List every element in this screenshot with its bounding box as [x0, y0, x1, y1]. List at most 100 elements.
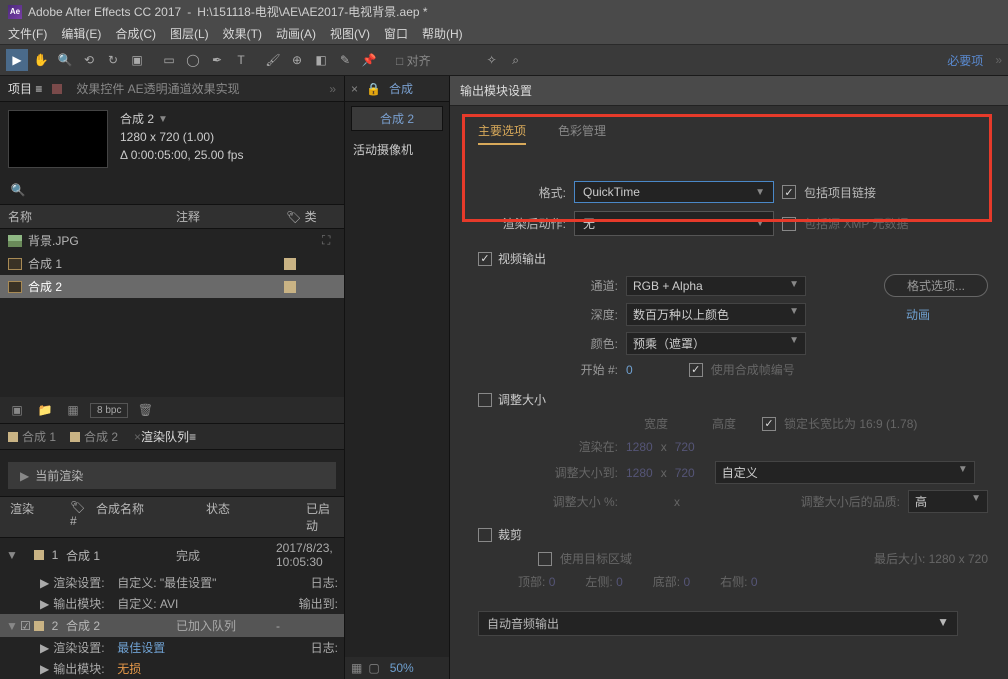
col-comment[interactable]: 注释: [176, 208, 286, 225]
panel-overflow-icon[interactable]: »: [329, 82, 336, 96]
close-icon[interactable]: ×: [351, 82, 358, 96]
menu-effect[interactable]: 效果(T): [223, 25, 262, 42]
camera-tool-icon[interactable]: ▣: [126, 49, 148, 71]
grid-icon[interactable]: ▦: [351, 661, 362, 675]
animation-label: 动画: [906, 306, 930, 323]
render-checkbox[interactable]: ☑: [20, 619, 34, 633]
dialog-tabs: 主要选项 色彩管理: [478, 120, 988, 153]
depth-dropdown[interactable]: 数百万种以上颜色▼: [626, 303, 806, 326]
channel-dropdown[interactable]: RGB + Alpha▼: [626, 276, 806, 296]
bpc-button[interactable]: 8 bpc: [90, 403, 128, 418]
color-label-swatch[interactable]: [284, 281, 296, 293]
render-queue-item[interactable]: ▼ 1 合成 1 完成 2017/8/23, 10:05:30: [0, 538, 344, 572]
video-output-checkbox[interactable]: [478, 252, 492, 266]
clone-tool-icon[interactable]: ⊕: [286, 49, 308, 71]
trash-icon[interactable]: 🗑: [134, 401, 156, 419]
menu-animation[interactable]: 动画(A): [276, 25, 316, 42]
essentials-link[interactable]: 必要项: [947, 52, 983, 69]
orbit-tool-icon[interactable]: ⟲: [78, 49, 100, 71]
video-output-label: 视频输出: [498, 250, 546, 267]
tab-color-management[interactable]: 色彩管理: [558, 122, 606, 145]
type-tool-icon[interactable]: T: [230, 49, 252, 71]
snap-toggle[interactable]: □ 对齐: [396, 52, 431, 69]
use-comp-frame-checkbox[interactable]: [689, 363, 703, 377]
flowchart-icon[interactable]: ⛶: [322, 233, 336, 248]
project-item[interactable]: 合成 1: [0, 252, 344, 275]
viewer-footer: ▦ ▢ 50%: [345, 657, 449, 679]
eraser-tool-icon[interactable]: ◧: [310, 49, 332, 71]
roto-tool-icon[interactable]: ✎: [334, 49, 356, 71]
comp-thumbnail: [8, 110, 108, 168]
menu-view[interactable]: 视图(V): [330, 25, 370, 42]
interpret-icon[interactable]: ▣: [6, 401, 28, 419]
resize-checkbox[interactable]: [478, 393, 492, 407]
tab-effect-controls[interactable]: 效果控件 AE透明通道效果实现: [76, 80, 239, 97]
format-options-button[interactable]: 格式选项...: [884, 274, 988, 297]
viewer-type[interactable]: 合成: [389, 80, 413, 97]
output-module-link[interactable]: 无损: [117, 662, 141, 676]
rotate-tool-icon[interactable]: ↻: [102, 49, 124, 71]
project-item[interactable]: 合成 2: [0, 275, 344, 298]
search-icon[interactable]: ⌕: [505, 49, 527, 71]
col-name[interactable]: 名称: [8, 208, 176, 225]
zoom-level[interactable]: 50%: [390, 661, 414, 675]
lock-icon[interactable]: 🔒: [366, 82, 381, 96]
post-render-dropdown[interactable]: 无▼: [574, 211, 774, 236]
tab-main-options[interactable]: 主要选项: [478, 122, 526, 145]
render-settings-link[interactable]: 最佳设置: [117, 641, 165, 655]
color-dropdown[interactable]: 预乘（遮罩）▼: [626, 332, 806, 355]
dropdown-icon[interactable]: ▼: [158, 112, 168, 127]
brush-tool-icon[interactable]: 🖌: [262, 49, 284, 71]
zoom-tool-icon[interactable]: 🔍: [54, 49, 76, 71]
expand-icon[interactable]: ▼: [6, 548, 20, 562]
chevron-right-icon[interactable]: ▶: [40, 597, 49, 611]
col-type[interactable]: 类: [305, 210, 317, 224]
audio-output-dropdown[interactable]: 自动音频输出▼: [478, 611, 958, 636]
menu-edit[interactable]: 编辑(E): [61, 25, 101, 42]
menu-window[interactable]: 窗口: [384, 25, 408, 42]
crop-label: 裁剪: [498, 526, 522, 543]
ellipse-tool-icon[interactable]: ◯: [182, 49, 204, 71]
app-logo-icon: Ae: [8, 5, 22, 19]
include-xmp-label: 包括源 XMP 元数据: [804, 215, 908, 232]
app-title: Adobe After Effects CC 2017: [28, 5, 181, 19]
chevron-right-icon[interactable]: ▶: [40, 576, 49, 590]
mask-icon[interactable]: ▢: [368, 661, 379, 675]
menu-layer[interactable]: 图层(L): [170, 25, 209, 42]
hand-tool-icon[interactable]: ✋: [30, 49, 52, 71]
rectangle-tool-icon[interactable]: ▭: [158, 49, 180, 71]
project-item[interactable]: 背景.JPG ⛶: [0, 229, 344, 252]
resize-quality-dropdown: 高▼: [908, 490, 988, 513]
viewer-comp-tab[interactable]: 合成 2: [351, 106, 443, 131]
tab-render-queue[interactable]: × 渲染队列 ≡: [132, 428, 196, 445]
color-label-swatch[interactable]: [284, 258, 296, 270]
chevron-right-icon[interactable]: ▶: [20, 469, 29, 483]
menu-help[interactable]: 帮助(H): [422, 25, 463, 42]
puppet-tool-icon[interactable]: 📌: [358, 49, 380, 71]
menu-file[interactable]: 文件(F): [8, 25, 47, 42]
close-icon[interactable]: ×: [134, 430, 141, 444]
pen-tool-icon[interactable]: ✒: [206, 49, 228, 71]
selection-tool-icon[interactable]: ▶: [6, 49, 28, 71]
workspace-icon[interactable]: ✧: [481, 49, 503, 71]
new-folder-icon[interactable]: 📁: [34, 401, 56, 419]
tab-comp2[interactable]: 合成 2: [70, 428, 118, 445]
output-module-row: ▶ 输出模块: 无损: [0, 658, 344, 679]
include-link-checkbox[interactable]: [782, 185, 796, 199]
search-icon[interactable]: 🔍: [8, 180, 28, 200]
expand-icon[interactable]: ▼: [6, 619, 20, 633]
tab-project[interactable]: 项目 ≡: [8, 80, 42, 97]
chevron-right-icon[interactable]: ▶: [40, 641, 49, 655]
format-dropdown[interactable]: QuickTime▼: [574, 181, 774, 203]
chevron-right-icon[interactable]: ▶: [40, 662, 49, 676]
col-label-icon[interactable]: 🏷: [286, 210, 301, 224]
menu-composition[interactable]: 合成(C): [115, 25, 156, 42]
new-comp-icon[interactable]: ▦: [62, 401, 84, 419]
include-xmp-checkbox[interactable]: [782, 217, 796, 231]
dropdown-icon[interactable]: »: [995, 53, 1002, 67]
color-label-swatch: [34, 621, 44, 631]
render-queue-item[interactable]: ▼ ☑ 2 合成 2 已加入队列 -: [0, 614, 344, 637]
tab-comp1[interactable]: 合成 1: [8, 428, 56, 445]
crop-checkbox[interactable]: [478, 528, 492, 542]
start-frame-value[interactable]: 0: [626, 363, 633, 377]
